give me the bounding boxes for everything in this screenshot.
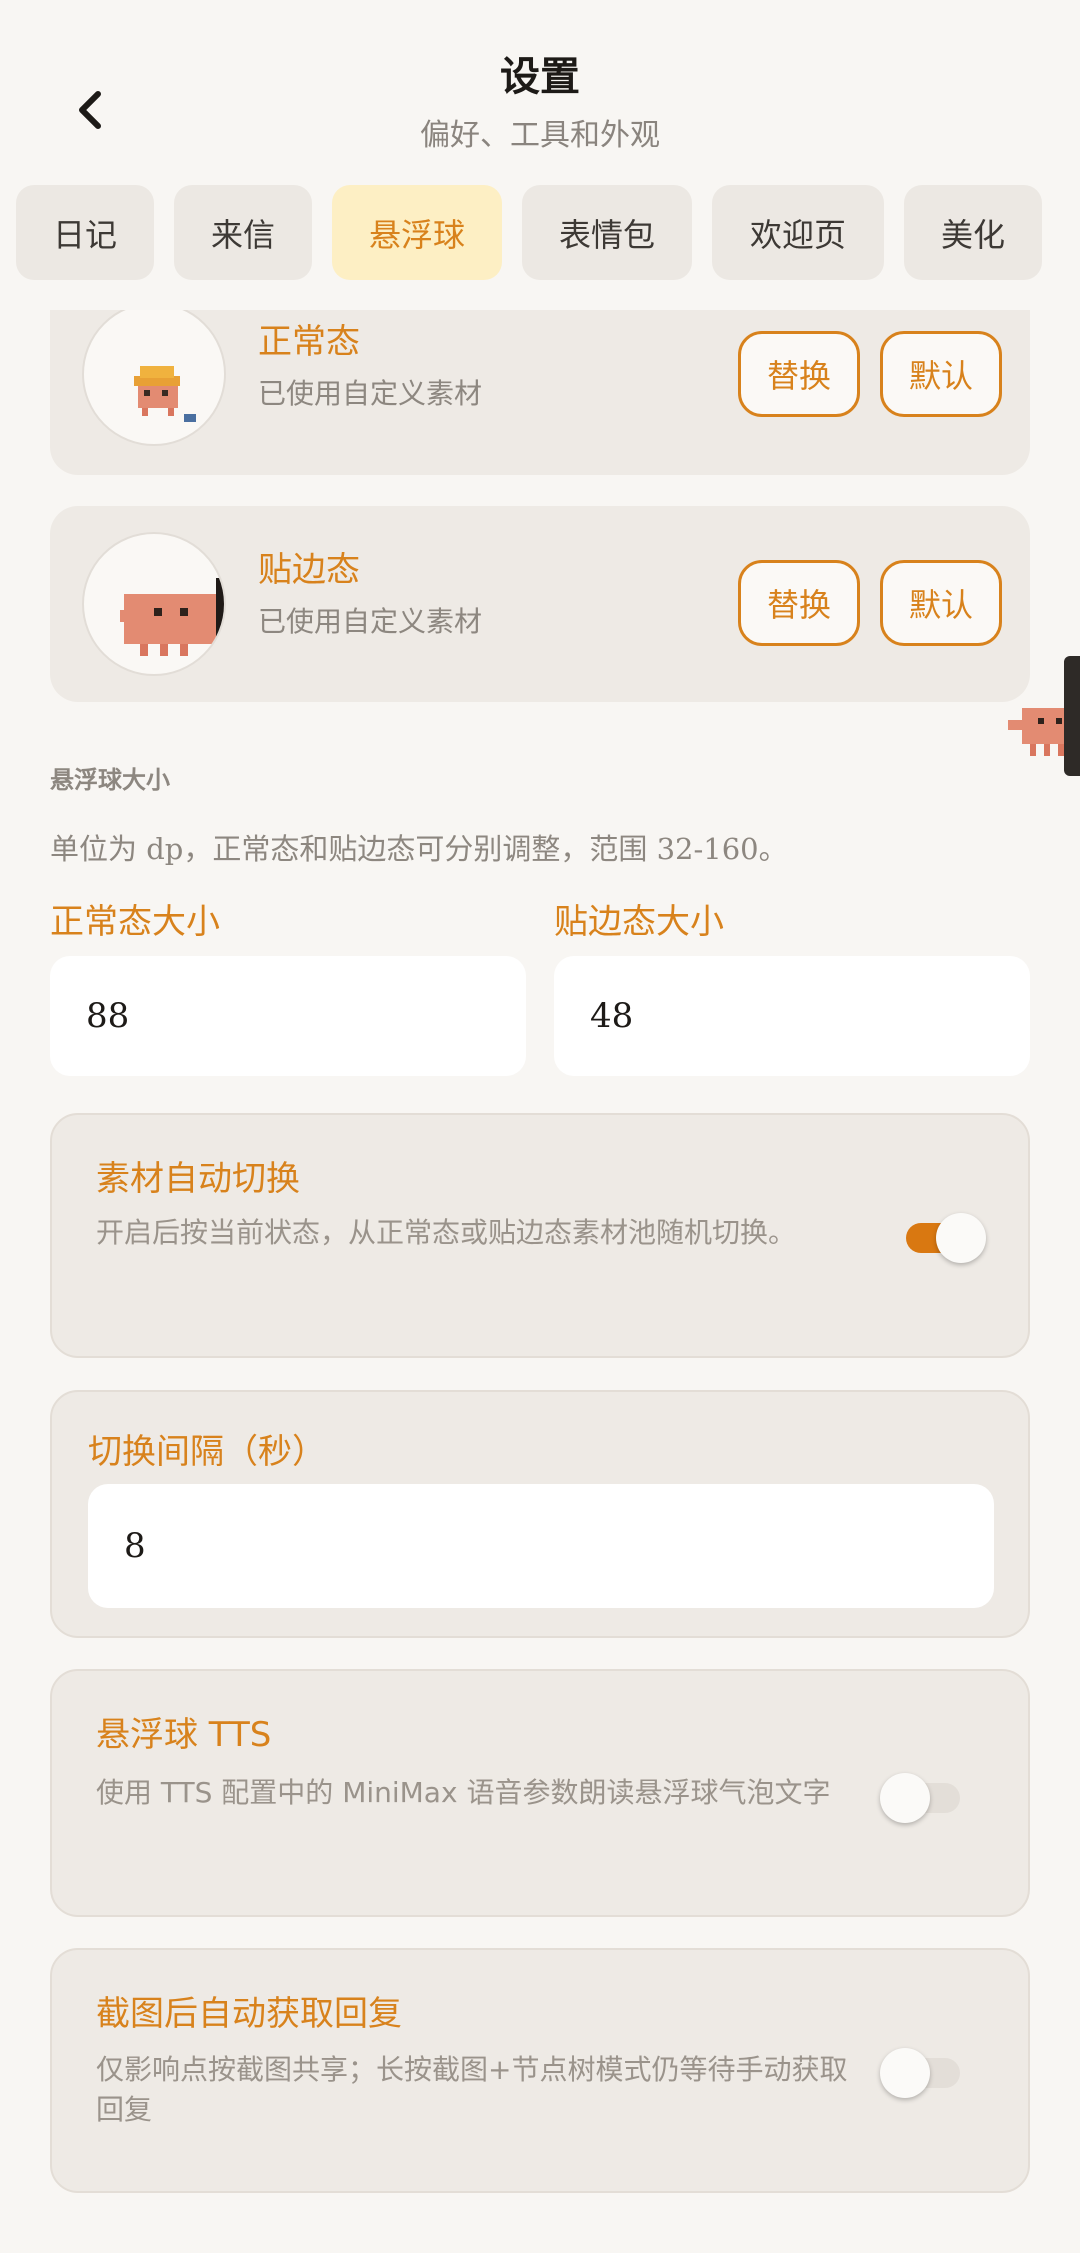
page-subtitle: 偏好、工具和外观 <box>420 118 660 153</box>
tts-knob <box>880 1773 930 1823</box>
asset-card-edge: 贴边态 已使用自定义素材 替换 默认 <box>50 506 1030 702</box>
edge-replace-button[interactable]: 替换 <box>738 560 860 646</box>
normal-replace-button[interactable]: 替换 <box>738 331 860 417</box>
tab-bar: 日记 来信 悬浮球 表情包 欢迎页 美化 <box>0 185 1080 280</box>
edge-size-input[interactable]: 48 <box>554 956 1030 1076</box>
normal-asset-status: 已使用自定义素材 <box>258 377 483 410</box>
tab-diary[interactable]: 日记 <box>16 185 154 280</box>
auto-reply-toggle[interactable] <box>880 2048 964 2098</box>
edge-default-button[interactable]: 默认 <box>880 560 1002 646</box>
normal-size-input[interactable]: 88 <box>50 956 526 1076</box>
edge-size-label: 贴边态大小 <box>554 902 724 942</box>
edge-avatar <box>82 532 226 676</box>
auto-reply-card: 截图后自动获取回复 仅影响点按截图共享；长按截图+节点树模式仍等待手动获取回复 <box>50 1948 1030 2193</box>
auto-switch-toggle[interactable] <box>900 1213 986 1263</box>
tts-card: 悬浮球 TTS 使用 TTS 配置中的 MiniMax 语音参数朗读悬浮球气泡文… <box>50 1669 1030 1917</box>
edge-asset-status: 已使用自定义素材 <box>258 605 483 638</box>
normal-asset-title: 正常态 <box>258 322 360 362</box>
header: 设置 偏好、工具和外观 日记 来信 悬浮球 表情包 欢迎页 美化 <box>0 0 1080 310</box>
tts-title: 悬浮球 TTS <box>96 1715 272 1755</box>
tab-stickers[interactable]: 表情包 <box>522 185 692 280</box>
auto-switch-title: 素材自动切换 <box>96 1159 300 1199</box>
interval-label: 切换间隔（秒） <box>88 1432 326 1472</box>
normal-size-label: 正常态大小 <box>50 902 220 942</box>
auto-reply-title: 截图后自动获取回复 <box>96 1994 402 2034</box>
auto-switch-card: 素材自动切换 开启后按当前状态，从正常态或贴边态素材池随机切换。 <box>50 1113 1030 1358</box>
auto-switch-knob <box>936 1213 986 1263</box>
size-section-desc: 单位为 dp，正常态和贴边态可分别调整，范围 32-160。 <box>50 832 788 866</box>
normal-avatar <box>82 302 226 446</box>
interval-card: 切换间隔（秒） 8 <box>50 1390 1030 1638</box>
page-title: 设置 <box>500 54 580 100</box>
tts-toggle[interactable] <box>880 1773 964 1823</box>
edge-drag-handle[interactable] <box>1064 656 1080 776</box>
tts-desc: 使用 TTS 配置中的 MiniMax 语音参数朗读悬浮球气泡文字 <box>96 1776 831 1809</box>
edge-asset-title: 贴边态 <box>258 550 360 590</box>
size-section-title: 悬浮球大小 <box>50 766 170 794</box>
tab-welcome[interactable]: 欢迎页 <box>712 185 884 280</box>
interval-input[interactable]: 8 <box>88 1484 994 1608</box>
auto-reply-desc: 仅影响点按截图共享；长按截图+节点树模式仍等待手动获取回复 <box>96 2053 848 2126</box>
tab-beautify[interactable]: 美化 <box>904 185 1042 280</box>
normal-default-button[interactable]: 默认 <box>880 331 1002 417</box>
auto-switch-desc: 开启后按当前状态，从正常态或贴边态素材池随机切换。 <box>96 1216 797 1249</box>
tab-letters[interactable]: 来信 <box>174 185 312 280</box>
auto-reply-knob <box>880 2048 930 2098</box>
tab-floating-ball[interactable]: 悬浮球 <box>332 185 502 280</box>
